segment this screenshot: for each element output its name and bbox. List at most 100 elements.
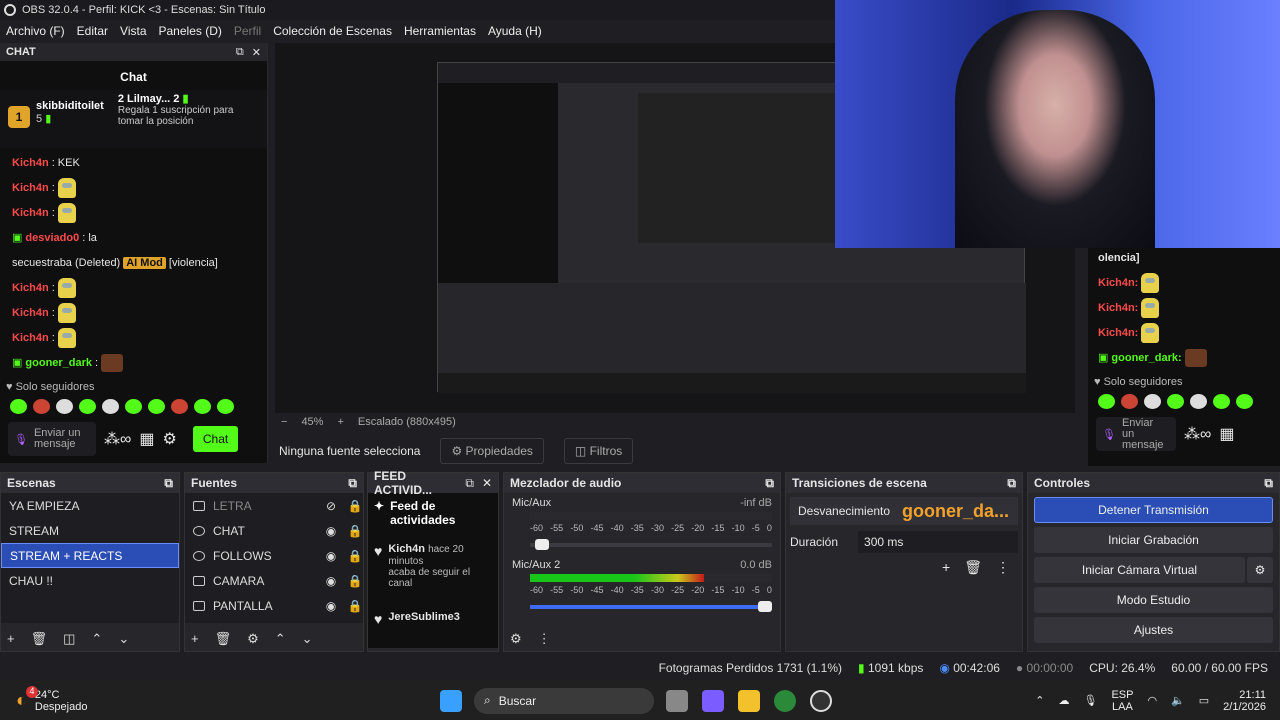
lock-icon[interactable]: 🔒 (347, 499, 363, 513)
search-icon: ⌕ (484, 693, 491, 707)
feed-user: JereSublime3 (388, 611, 460, 623)
trash-icon[interactable]: 🗑 (31, 631, 48, 647)
scene-item[interactable]: CHAU !! (1, 568, 179, 593)
users-icon[interactable]: ⁂∞ (104, 429, 131, 449)
menu-coleccion[interactable]: Colección de Escenas (267, 24, 398, 38)
clock[interactable]: 21:11 2/1/2026 (1223, 689, 1266, 713)
filters-button[interactable]: ◫ Filtros (563, 438, 634, 464)
lock-icon[interactable]: 🔒 (347, 524, 363, 538)
wifi-icon[interactable]: ◠ (1147, 694, 1157, 707)
chat-send-button[interactable]: Chat (192, 426, 239, 452)
taskbar-search[interactable]: ⌕ Buscar (474, 687, 654, 714)
emote-icon[interactable] (171, 399, 188, 414)
emote-icon[interactable] (10, 399, 27, 414)
feed-header: FEED ACTIVID... ⧉ ✕ (368, 469, 498, 497)
source-item[interactable]: CHAT ◉ 🔒 (185, 518, 363, 543)
source-item[interactable]: FOLLOWS ◉ 🔒 (185, 543, 363, 568)
start-recording-button[interactable]: Iniciar Grabación (1034, 527, 1273, 553)
file-explorer-icon[interactable] (738, 689, 760, 712)
zoom-out-button[interactable]: − (281, 416, 287, 428)
lock-icon[interactable]: 🔒 (347, 599, 363, 613)
eye-icon[interactable]: ◉ (323, 549, 339, 563)
lock-icon[interactable]: 🔒 (347, 574, 363, 588)
obs-taskbar-icon[interactable] (810, 689, 832, 712)
gear-icon[interactable]: ⚙ (510, 631, 522, 647)
down-icon[interactable]: ⌄ (118, 631, 129, 647)
eye-icon[interactable]: ◉ (323, 599, 339, 613)
onedrive-icon[interactable]: ☁ (1058, 694, 1069, 707)
menu-paneles[interactable]: Paneles (D) (153, 24, 228, 38)
eye-icon[interactable]: ◉ (323, 524, 339, 538)
scene-item[interactable]: YA EMPIEZA (1, 493, 179, 518)
emote-icon[interactable] (33, 399, 50, 414)
up-icon[interactable]: ⌃ (275, 631, 286, 647)
hidden-eye-icon[interactable]: ⊘ (323, 499, 339, 513)
transition-select[interactable]: Desvanecimiento gooner_da... (790, 497, 1018, 525)
trash-icon[interactable]: 🗑 (215, 631, 232, 647)
down-icon[interactable]: ⌄ (302, 631, 313, 647)
close-icon[interactable]: ✕ (252, 46, 261, 59)
scale-label[interactable]: Escalado (880x495) (358, 416, 456, 428)
add-icon[interactable]: + (191, 631, 199, 647)
gear-icon[interactable]: ⚙ (1247, 557, 1273, 583)
eye-icon[interactable]: ◉ (323, 574, 339, 588)
windows-start-icon[interactable] (440, 689, 462, 712)
lock-icon[interactable]: 🔒 (347, 549, 363, 563)
zoom-in-button[interactable]: + (337, 416, 343, 428)
add-icon[interactable]: + (942, 559, 950, 576)
virtual-camera-button[interactable]: Iniciar Cámara Virtual (1034, 557, 1245, 583)
undock-icon[interactable]: ⧉ (1264, 476, 1273, 491)
emote-icon[interactable] (102, 399, 119, 414)
emote-icon[interactable] (79, 399, 96, 414)
undock-icon[interactable]: ⧉ (236, 46, 244, 59)
source-item[interactable]: LETRA ⊘ 🔒 (185, 493, 363, 518)
properties-button[interactable]: ⚙ Propiedades (440, 438, 544, 464)
menu-archivo[interactable]: Archivo (F) (0, 24, 71, 38)
stop-stream-button[interactable]: Detener Transmisión (1034, 497, 1273, 523)
up-icon[interactable]: ⌃ (91, 631, 102, 647)
gear-icon[interactable]: ⚙ (247, 631, 259, 647)
emote-icon[interactable] (56, 399, 73, 414)
scene-item-selected[interactable]: STREAM + REACTS (1, 543, 179, 568)
volume-fader[interactable] (530, 601, 772, 612)
mic-tray-icon[interactable]: 🎙 (1083, 694, 1097, 707)
menu-ayuda[interactable]: Ayuda (H) (482, 24, 548, 38)
undock-icon[interactable]: ⧉ (765, 476, 774, 491)
store-icon[interactable]: ▦ (139, 429, 154, 449)
menu-editar[interactable]: Editar (71, 24, 114, 38)
menu-vista[interactable]: Vista (114, 24, 152, 38)
chrome-icon[interactable] (774, 689, 796, 712)
more-icon[interactable]: ⋮ (996, 559, 1010, 576)
emote-icon[interactable] (217, 399, 234, 414)
trash-icon[interactable]: 🗑 (964, 559, 982, 576)
emote-icon[interactable] (194, 399, 211, 414)
source-item[interactable]: CAMARA ◉ 🔒 (185, 568, 363, 593)
add-icon[interactable]: + (7, 631, 15, 647)
undock-icon[interactable]: ⧉ (164, 476, 173, 491)
duration-input[interactable]: 300 ms (858, 531, 1018, 553)
emote-icon[interactable] (125, 399, 142, 414)
studio-mode-button[interactable]: Modo Estudio (1034, 587, 1273, 613)
chevron-up-icon[interactable]: ⌃ (1035, 694, 1044, 707)
source-item[interactable]: PANTALLA ◉ 🔒 (185, 593, 363, 618)
more-icon[interactable]: ⋮ (538, 631, 551, 647)
scene-item[interactable]: STREAM (1, 518, 179, 543)
copilot-icon[interactable] (702, 689, 724, 712)
weather-widget[interactable]: ◐ 4 24°C Despejado (0, 686, 440, 713)
emote-icon[interactable] (148, 399, 165, 414)
settings-icon[interactable]: ⚙ (163, 429, 177, 449)
language-indicator[interactable]: ESP LAA (1111, 689, 1133, 713)
undock-icon[interactable]: ⧉ (1007, 476, 1016, 491)
volume-fader[interactable] (530, 539, 772, 550)
menu-perfil[interactable]: Perfil (228, 24, 267, 38)
filter-icon[interactable]: ◫ (63, 631, 75, 647)
battery-icon[interactable]: ▭ (1199, 694, 1209, 707)
volume-icon[interactable]: 🔈 (1171, 694, 1185, 707)
undock-icon[interactable]: ⧉ (348, 476, 357, 491)
menu-herramientas[interactable]: Herramientas (398, 24, 482, 38)
task-view-icon[interactable] (666, 689, 688, 712)
chat-input[interactable]: 🎙 Enviar un mensaje (8, 422, 96, 456)
undock-icon[interactable]: ⧉ (465, 476, 474, 491)
settings-button[interactable]: Ajustes (1034, 617, 1273, 643)
close-icon[interactable]: ✕ (482, 476, 492, 491)
